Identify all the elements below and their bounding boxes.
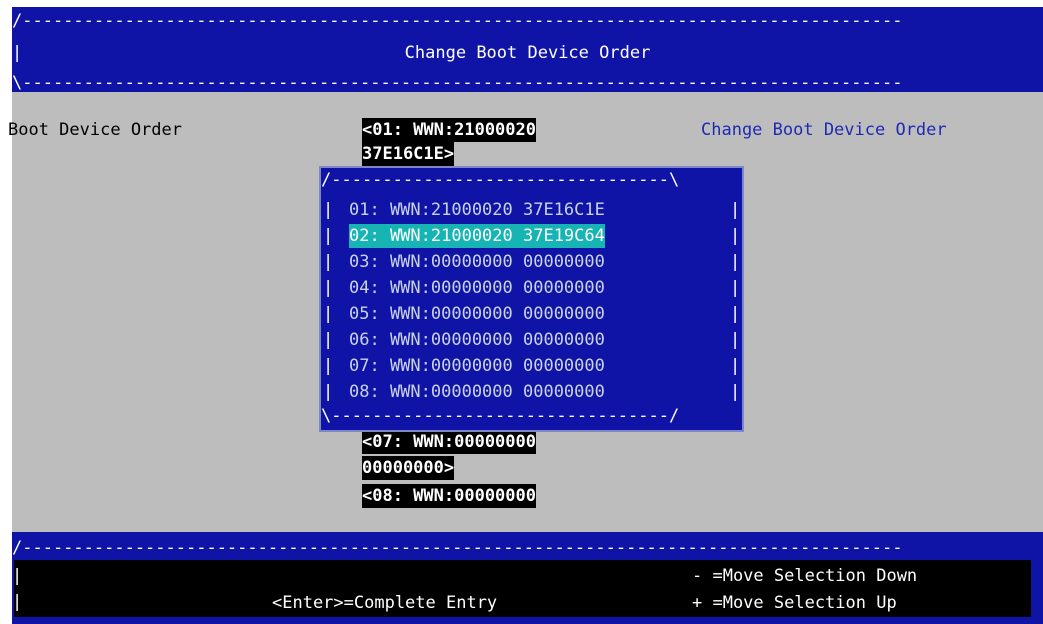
boot-order-field-line-5[interactable]: <08: WWN:00000000: [362, 484, 536, 508]
popup-border-right: |: [730, 278, 741, 298]
boot-order-field-line-1[interactable]: <01: WWN:21000020: [362, 118, 536, 142]
popup-border-left: |: [323, 226, 334, 246]
boot-device-popup: /---------------------------------\ \---…: [321, 168, 742, 430]
key-help-area: | | <Enter>=Complete Entry - =Move Selec…: [12, 560, 1031, 617]
popup-border-right: |: [730, 356, 741, 376]
boot-order-field-line-2[interactable]: 37E16C1E>: [362, 142, 455, 166]
boot-device-option[interactable]: 03: WWN:00000000 00000000: [349, 250, 605, 274]
popup-border-right: |: [730, 200, 741, 220]
header-bar: /---------------------------------------…: [12, 7, 1043, 93]
popup-border-top: /---------------------------------\: [321, 170, 680, 190]
popup-border-left: |: [323, 356, 334, 376]
boot-device-option[interactable]: 01: WWN:21000020 37E16C1E: [349, 198, 605, 222]
boot-device-option-selected[interactable]: 02: WWN:21000020 37E19C64: [349, 224, 605, 248]
popup-border-right: |: [730, 252, 741, 272]
popup-border-left: |: [323, 252, 334, 272]
footer-border-left: |: [12, 592, 23, 612]
popup-border-left: |: [323, 278, 334, 298]
popup-border-right: |: [730, 226, 741, 246]
popup-border-right: |: [730, 304, 741, 324]
boot-device-option[interactable]: 04: WWN:00000000 00000000: [349, 276, 605, 300]
popup-border-left: |: [323, 304, 334, 324]
popup-border-left: |: [323, 200, 334, 220]
boot-device-option[interactable]: 07: WWN:00000000 00000000: [349, 354, 605, 378]
boot-order-field-line-4[interactable]: 00000000>: [362, 456, 455, 480]
popup-border-left: |: [323, 330, 334, 350]
popup-border-right: |: [730, 382, 741, 402]
boot-device-option[interactable]: 08: WWN:00000000 00000000: [349, 380, 605, 404]
popup-border-bottom: \---------------------------------/: [321, 406, 680, 426]
popup-border-left: |: [323, 382, 334, 402]
boot-device-option[interactable]: 05: WWN:00000000 00000000: [349, 302, 605, 326]
plus-key-hint: + =Move Selection Up: [692, 593, 897, 613]
help-title: Change Boot Device Order: [701, 120, 947, 140]
boot-order-field-line-3[interactable]: <07: WWN:00000000: [362, 430, 536, 454]
enter-key-hint: <Enter>=Complete Entry: [272, 593, 498, 613]
popup-border-right: |: [730, 330, 741, 350]
boot-device-order-label: Boot Device Order: [8, 120, 182, 140]
page-title: Change Boot Device Order: [404, 43, 651, 63]
boot-device-option[interactable]: 06: WWN:00000000 00000000: [349, 328, 605, 352]
header-border-top: /---------------------------------------…: [12, 11, 903, 31]
minus-key-hint: - =Move Selection Down: [692, 566, 918, 586]
footer-border-top: /---------------------------------------…: [12, 538, 903, 558]
footer-border-left: |: [12, 566, 23, 586]
